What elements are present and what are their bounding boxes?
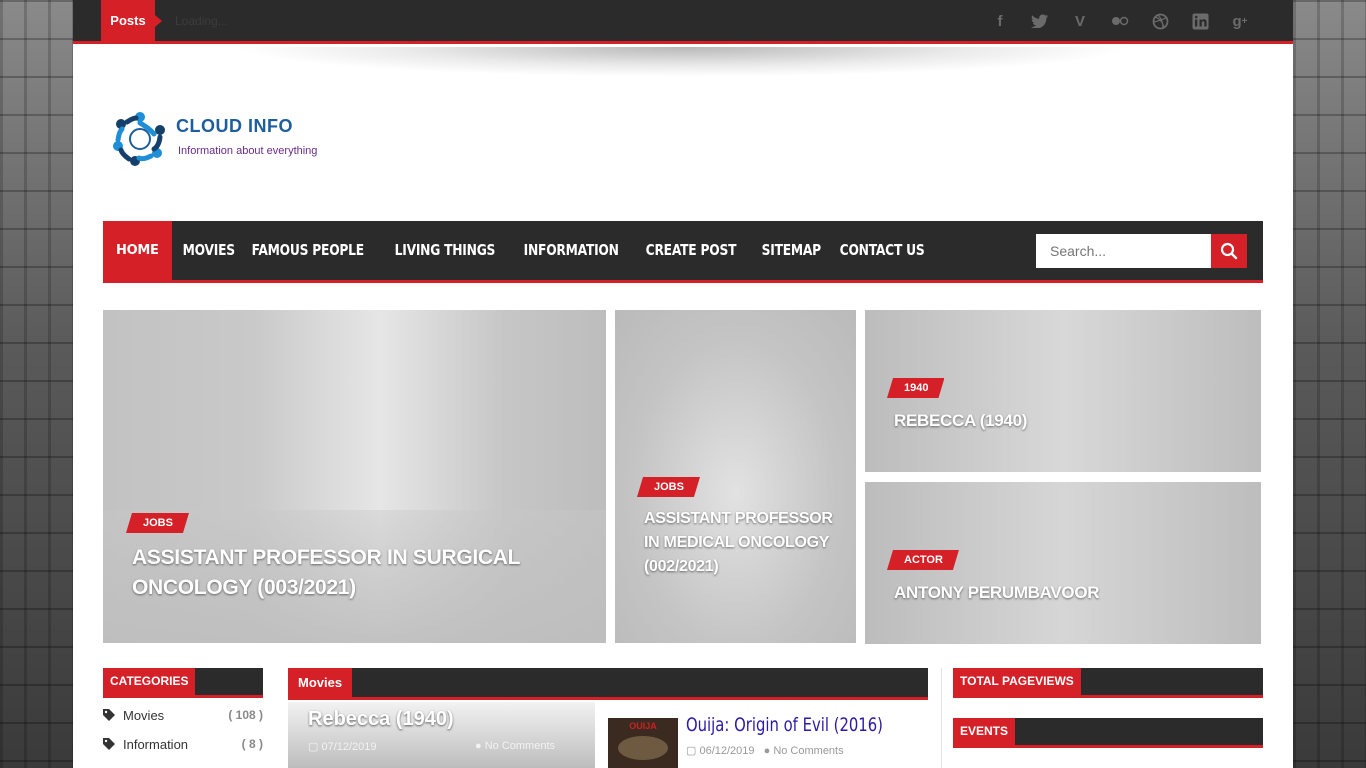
category-count: ( 108 ) bbox=[228, 708, 263, 722]
movies-heading[interactable]: Movies bbox=[288, 668, 353, 697]
featured-post-2-title[interactable]: ASSISTANT PROFESSOR IN MEDICAL ONCOLOGY … bbox=[644, 507, 834, 579]
post-date: 07/12/2019 bbox=[321, 741, 377, 753]
category-count: ( 8 ) bbox=[241, 737, 263, 751]
featured-post-1[interactable]: JOBS ASSISTANT PROFESSOR IN SURGICAL ONC… bbox=[103, 310, 606, 643]
search-input[interactable] bbox=[1036, 234, 1211, 268]
comment-icon: ● bbox=[763, 745, 771, 757]
featured-post-3[interactable]: 1940 REBECCA (1940) bbox=[865, 310, 1261, 472]
background-right bbox=[1293, 0, 1366, 768]
featured-post-2-tag[interactable]: JOBS bbox=[637, 477, 700, 497]
movie-post-small-thumb[interactable]: OUIJA bbox=[608, 718, 678, 768]
main-nav: HOME MOVIES FAMOUS PEOPLE LIVING THINGS … bbox=[103, 221, 1263, 283]
movie-post-small-meta: ▢ 06/12/2019 ● No Comments bbox=[686, 744, 844, 757]
vimeo-icon[interactable]: V bbox=[1067, 8, 1093, 34]
header-shadow bbox=[233, 47, 1133, 77]
featured-post-1-tag[interactable]: JOBS bbox=[126, 513, 189, 533]
search-icon bbox=[1220, 242, 1238, 260]
movie-post-small-title[interactable]: Ouija: Origin of Evil (2016) bbox=[686, 714, 883, 736]
featured-post-4[interactable]: ACTOR ANTONY PERUMBAVOOR bbox=[865, 482, 1261, 644]
background-left bbox=[0, 0, 73, 768]
pageviews-heading: TOTAL PAGEVIEWS bbox=[953, 668, 1081, 695]
linkedin-icon[interactable] bbox=[1187, 8, 1213, 34]
movie-post-big[interactable]: Rebecca (1940) ▢ 07/12/2019 ● No Comment… bbox=[288, 702, 595, 768]
tag-icon bbox=[103, 709, 115, 721]
social-links: f V g + bbox=[987, 8, 1253, 34]
nav-item-create-post[interactable]: CREATE POST bbox=[635, 221, 747, 280]
thumb-text: OUIJA bbox=[629, 721, 657, 731]
comment-icon: ● bbox=[475, 740, 482, 752]
featured-post-1-title[interactable]: ASSISTANT PROFESSOR IN SURGICAL ONCOLOGY… bbox=[132, 543, 552, 603]
featured-post-2[interactable]: JOBS ASSISTANT PROFESSOR IN MEDICAL ONCO… bbox=[615, 310, 856, 643]
tag-icon bbox=[103, 738, 115, 750]
logo-mark-icon bbox=[113, 112, 165, 166]
google-plus-icon[interactable]: g + bbox=[1227, 8, 1253, 34]
calendar-icon: ▢ bbox=[308, 741, 319, 753]
categories-header: CATEGORIES bbox=[103, 668, 263, 698]
featured-post-3-title[interactable]: REBECCA (1940) bbox=[894, 410, 1234, 432]
facebook-icon[interactable]: f bbox=[987, 8, 1013, 34]
pageviews-header: TOTAL PAGEVIEWS bbox=[953, 668, 1263, 698]
post-date: 06/12/2019 bbox=[699, 745, 755, 757]
page-wrapper: Posts Loading... f V g + CLOUD INFO Info… bbox=[73, 0, 1293, 768]
movie-post-big-title[interactable]: Rebecca (1940) bbox=[308, 708, 454, 731]
category-item[interactable]: Information ( 8 ) bbox=[103, 734, 263, 756]
twitter-icon[interactable] bbox=[1027, 8, 1053, 34]
post-comments[interactable]: No Comments bbox=[773, 745, 843, 757]
category-name: Information bbox=[123, 737, 189, 752]
ticker-text: Loading... bbox=[175, 14, 228, 28]
post-comments: No Comments bbox=[484, 740, 556, 752]
categories-heading: CATEGORIES bbox=[103, 668, 196, 695]
movies-header: Movies bbox=[288, 668, 928, 700]
logo-title: CLOUD INFO bbox=[176, 116, 293, 136]
movie-post-big-date: ▢ 07/12/2019 bbox=[308, 740, 377, 753]
events-heading: EVENTS bbox=[953, 718, 1016, 745]
nav-item-movies[interactable]: MOVIES bbox=[172, 221, 246, 280]
column-separator bbox=[941, 668, 942, 768]
featured-post-4-tag[interactable]: ACTOR bbox=[887, 550, 959, 570]
nav-item-information[interactable]: INFORMATION bbox=[513, 221, 629, 280]
site-logo[interactable]: CLOUD INFO Information about everything bbox=[109, 108, 339, 172]
category-name: Movies bbox=[123, 708, 165, 723]
nav-item-home[interactable]: HOME bbox=[103, 221, 172, 280]
search-button[interactable] bbox=[1211, 234, 1247, 268]
nav-items: HOME MOVIES FAMOUS PEOPLE LIVING THINGS … bbox=[103, 221, 939, 280]
nav-item-sitemap[interactable]: SITEMAP bbox=[751, 221, 832, 280]
ticker-label[interactable]: Posts bbox=[101, 0, 162, 44]
nav-item-living-things[interactable]: LIVING THINGS bbox=[384, 221, 506, 280]
dribbble-icon[interactable] bbox=[1147, 8, 1173, 34]
logo-tagline: Information about everything bbox=[178, 145, 318, 157]
calendar-icon: ▢ bbox=[686, 745, 697, 757]
nav-item-contact-us[interactable]: CONTACT US bbox=[829, 221, 935, 280]
featured-post-4-title[interactable]: ANTONY PERUMBAVOOR bbox=[894, 582, 1234, 604]
flickr-icon[interactable] bbox=[1107, 8, 1133, 34]
nav-item-famous-people[interactable]: FAMOUS PEOPLE bbox=[241, 221, 375, 280]
featured-post-3-tag[interactable]: 1940 bbox=[887, 378, 944, 398]
category-item[interactable]: Movies ( 108 ) bbox=[103, 705, 263, 727]
events-header: EVENTS bbox=[953, 718, 1263, 748]
movie-post-big-comments[interactable]: ● No Comments bbox=[475, 740, 555, 752]
top-bar: Posts Loading... f V g + bbox=[73, 0, 1293, 44]
